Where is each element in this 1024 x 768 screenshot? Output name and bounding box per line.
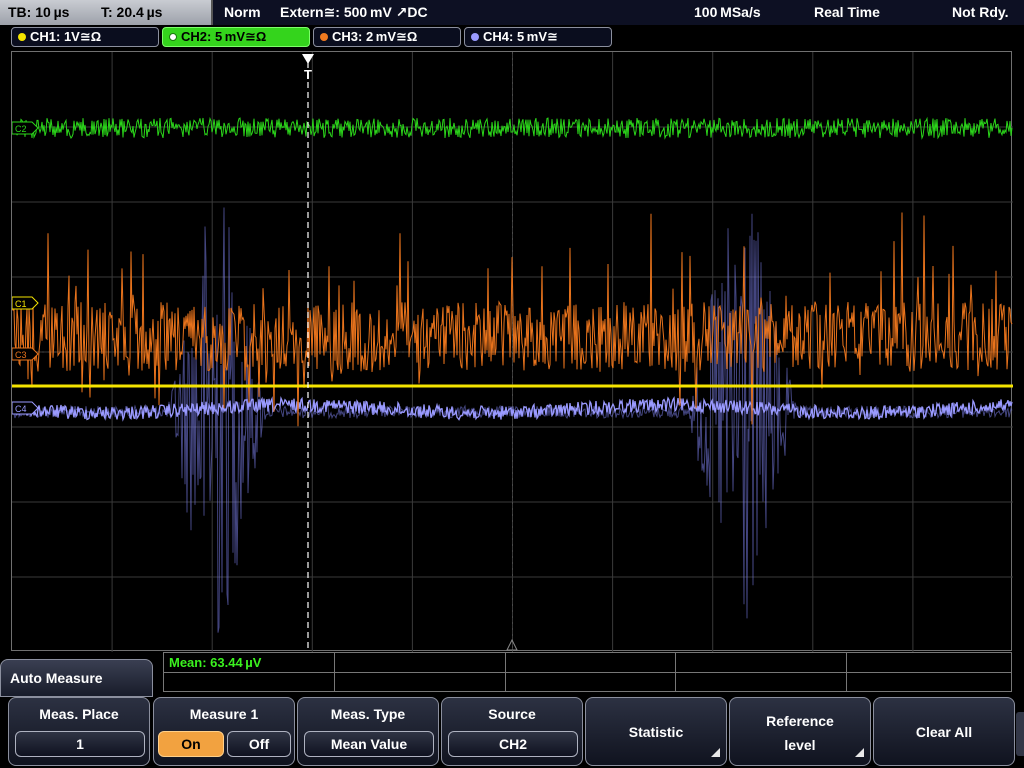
meas-type-label: Meas. Type <box>330 706 406 722</box>
ch4-color-dot <box>471 33 479 41</box>
ch3-color-dot <box>320 33 328 41</box>
submenu-arrow-icon <box>855 748 864 757</box>
ch1-color-dot <box>18 33 26 41</box>
strip-divider <box>675 653 676 691</box>
source-softkey[interactable]: Source CH2 <box>441 697 583 766</box>
strip-divider <box>846 653 847 691</box>
meas-type-softkey[interactable]: Meas. Type Mean Value <box>297 697 439 766</box>
channel-tab-ch1-label: CH1: 1V≅Ω <box>30 29 102 44</box>
source-label: Source <box>488 706 536 722</box>
source-value[interactable]: CH2 <box>448 731 578 757</box>
side-menu-tab[interactable] <box>1016 712 1024 756</box>
reference-label-line2: level <box>784 737 816 753</box>
trigger-marker-label: T <box>304 67 312 82</box>
strip-divider <box>505 653 506 691</box>
ch1-offset-label: C1 <box>15 299 27 309</box>
ch2-color-dot <box>169 33 177 41</box>
acquisition-mode: Real Time <box>814 4 880 20</box>
waveform-canvas: T C2 C1 C3 C4 <box>12 52 1013 652</box>
reference-level-softkey[interactable]: Reference level <box>729 697 871 766</box>
ch2-offset-label: C2 <box>15 124 27 134</box>
submenu-arrow-icon <box>711 748 720 757</box>
channel-tab-ch4-label: CH4: 5 mV≅ <box>483 29 558 44</box>
channel-tab-ch4[interactable]: CH4: 5 mV≅ <box>464 27 612 47</box>
strip-divider <box>334 653 335 691</box>
waveform-display[interactable]: T C2 C1 C3 C4 <box>11 51 1013 652</box>
trigger-mode[interactable]: Norm <box>224 4 261 20</box>
clear-all-label: Clear All <box>915 724 973 740</box>
display-overlay: T C2 C1 C3 C4 <box>12 54 518 652</box>
measurement-result: Mean: 63.44 µV <box>169 655 262 670</box>
statistic-label: Statistic <box>628 724 684 740</box>
channel-tab-ch3[interactable]: CH3: 2 mV≅Ω <box>313 27 461 47</box>
acquisition-status: Not Rdy. <box>952 4 1009 20</box>
reference-label-line1: Reference <box>766 713 834 729</box>
meas-place-softkey[interactable]: Meas. Place 1 <box>8 697 150 766</box>
measure-on-button[interactable]: On <box>158 731 224 757</box>
measure-label: Measure 1 <box>189 706 259 722</box>
measurement-strip: Mean: 63.44 µV <box>163 652 1012 692</box>
channel-tab-ch2[interactable]: CH2: 5 mV≅Ω <box>162 27 310 47</box>
strip-divider <box>164 672 1011 673</box>
menu-title: Auto Measure <box>10 670 103 686</box>
meas-place-label: Meas. Place <box>39 706 119 722</box>
ch3-offset-label: C3 <box>15 350 27 360</box>
graticule-grid <box>12 52 1013 652</box>
channel-tab-ch2-label: CH2: 5 mV≅Ω <box>181 29 267 44</box>
meas-place-value[interactable]: 1 <box>15 731 145 757</box>
trigger-time-readout: T: 20.4 µs <box>101 4 163 20</box>
measure-softkey[interactable]: Measure 1 On Off <box>153 697 295 766</box>
menu-title-tab: Auto Measure <box>0 659 153 697</box>
channel-tab-ch3-label: CH3: 2 mV≅Ω <box>332 29 418 44</box>
clear-all-softkey[interactable]: Clear All <box>873 697 1015 766</box>
timebase-readout: TB: 10 µs <box>8 4 70 20</box>
ch4-offset-label: C4 <box>15 404 27 414</box>
statistic-softkey[interactable]: Statistic <box>585 697 727 766</box>
trigger-source[interactable]: Extern≅: 500 mV ↗DC <box>280 4 428 21</box>
timebase-box[interactable]: TB: 10 µs T: 20.4 µs <box>0 0 213 25</box>
measure-off-button[interactable]: Off <box>227 731 291 757</box>
meas-type-value[interactable]: Mean Value <box>304 731 434 757</box>
sample-rate: 100 MSa/s <box>694 4 761 20</box>
status-bar: TB: 10 µs T: 20.4 µs Norm Extern≅: 500 m… <box>0 0 1024 25</box>
channel-tab-ch1[interactable]: CH1: 1V≅Ω <box>11 27 159 47</box>
